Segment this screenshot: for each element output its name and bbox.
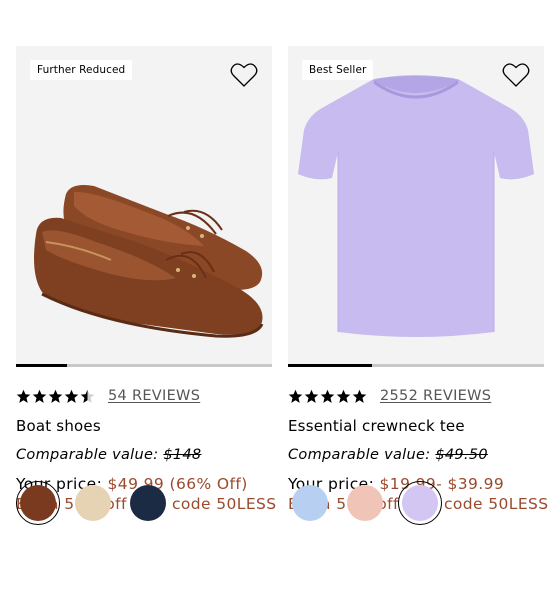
image-carousel-progress [288,364,544,367]
product-image-area[interactable]: Further Reduced [16,46,272,364]
image-carousel-progress [16,364,272,367]
swatch-color [292,485,328,521]
star-icon [64,389,79,403]
color-swatch-lavender[interactable] [398,481,442,525]
comparable-label: Comparable value: [16,447,159,463]
comparable-price: $49.50 [435,447,488,463]
color-swatch-brown[interactable] [16,481,60,525]
reviews-link[interactable]: 2552 REVIEWS [380,388,491,404]
comparable-value: Comparable value: $148 [16,447,272,463]
swatch-color [130,485,166,521]
reviews-link[interactable]: 54 REVIEWS [108,388,200,404]
color-swatch-tan[interactable] [71,481,115,525]
product-badge: Further Reduced [30,60,133,80]
swatch-color [402,485,438,521]
color-swatch-navy[interactable] [126,481,170,525]
color-swatch-light-blue[interactable] [288,481,332,525]
rating-row: 54 REVIEWS [16,387,272,405]
star-icon [352,389,367,403]
comparable-price: $148 [163,447,202,463]
heart-icon[interactable] [502,62,530,88]
star-icon [288,389,303,403]
crewneck-tee-image[interactable] [288,46,544,364]
product-name[interactable]: Essential crewneck tee [288,417,544,435]
star-icon [32,389,47,403]
star-rating [288,389,367,404]
swatch-color [20,485,56,521]
swatch-color [347,485,383,521]
color-swatches [16,481,181,525]
star-icon [16,389,31,403]
star-rating [16,389,95,404]
product-card-crewneck-tee[interactable]: Best Seller 2552 REVIEWS Essential crewn… [288,46,548,513]
comparable-label: Comparable value: [288,447,431,463]
half-star-icon [80,389,95,403]
swatch-color [75,485,111,521]
star-icon [48,389,63,403]
rating-row: 2552 REVIEWS [288,387,544,405]
star-icon [304,389,319,403]
color-swatch-peach[interactable] [343,481,387,525]
star-icon [336,389,351,403]
product-image-area[interactable]: Best Seller [288,46,544,364]
product-badge: Best Seller [302,60,374,80]
product-card-boat-shoes[interactable]: Further Reduced 54 REVIEWS Boat shoes Co… [16,46,276,513]
product-name[interactable]: Boat shoes [16,417,272,435]
heart-icon[interactable] [230,62,258,88]
color-swatches [288,481,453,525]
comparable-value: Comparable value: $49.50 [288,447,544,463]
image-carousel-progress-fill [16,364,68,367]
boat-shoes-image[interactable] [16,46,272,364]
image-carousel-progress-fill [288,364,373,367]
star-icon [320,389,335,403]
